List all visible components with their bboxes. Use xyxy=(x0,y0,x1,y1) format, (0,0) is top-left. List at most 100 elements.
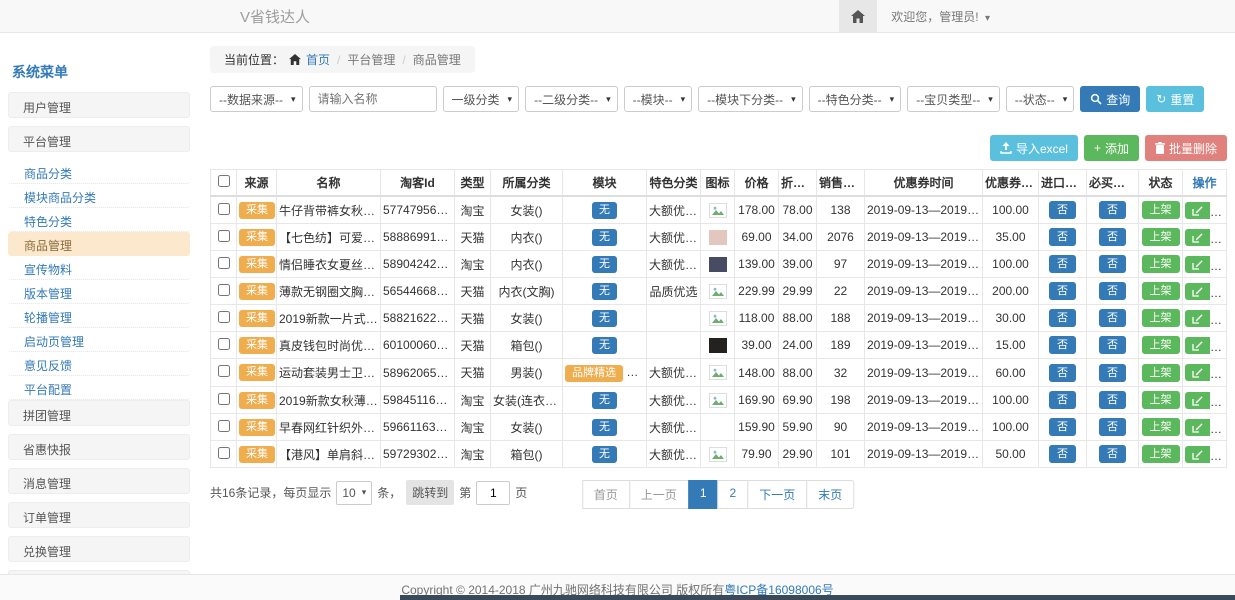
per-page-select[interactable]: 10 ▾ xyxy=(336,481,372,505)
pager-item[interactable]: 上一页 xyxy=(629,480,689,509)
sidebar-item[interactable]: 宣传物料 xyxy=(8,256,190,280)
filter-select[interactable]: --模块-- ▾ xyxy=(624,86,693,112)
jump-prefix: 第 xyxy=(459,484,471,501)
edit-button[interactable] xyxy=(1185,446,1210,463)
sidebar-item[interactable]: 模块商品分类 xyxy=(8,184,190,208)
source-badge: 采集 xyxy=(239,419,275,436)
sidebar-item[interactable]: 意见反馈 xyxy=(8,352,190,376)
import-select-toggle[interactable]: 否 xyxy=(1049,445,1076,463)
sidebar-item-label: 消息管理 xyxy=(23,477,71,491)
sidebar-item[interactable]: 消息管理 xyxy=(8,468,190,494)
row-checkbox[interactable] xyxy=(218,420,230,432)
status-toggle[interactable]: 上架 xyxy=(1142,282,1180,300)
pager-item[interactable]: 末页 xyxy=(806,480,854,509)
filter-select[interactable]: --特色分类-- ▾ xyxy=(809,86,902,112)
pager-item[interactable]: 下一页 xyxy=(747,480,807,509)
must-buy-toggle[interactable]: 否 xyxy=(1099,336,1126,354)
must-buy-toggle[interactable]: 否 xyxy=(1099,418,1126,436)
reset-button[interactable]: ↻ 重置 xyxy=(1146,86,1204,112)
status-toggle[interactable]: 上架 xyxy=(1142,336,1180,354)
sidebar-item[interactable]: 拼团管理 xyxy=(8,400,190,426)
import-select-toggle[interactable]: 否 xyxy=(1049,418,1076,436)
row-checkbox[interactable] xyxy=(218,284,230,296)
jump-page-input[interactable] xyxy=(476,481,510,505)
sidebar-item[interactable]: 兑换管理 xyxy=(8,536,190,562)
pager-item[interactable]: 2 xyxy=(718,480,749,509)
pager-item[interactable]: 1 xyxy=(688,480,719,509)
must-buy-toggle[interactable]: 否 xyxy=(1099,228,1126,246)
must-buy-toggle[interactable]: 否 xyxy=(1099,391,1126,409)
user-menu[interactable]: 欢迎您，管理员! ▾ xyxy=(891,8,990,25)
sidebar-item[interactable]: 轮播管理 xyxy=(8,304,190,328)
filter-select[interactable]: --状态-- ▾ xyxy=(1006,86,1075,112)
status-toggle[interactable]: 上架 xyxy=(1142,445,1180,463)
row-checkbox[interactable] xyxy=(218,393,230,405)
add-button[interactable]: + 添加 xyxy=(1084,135,1139,161)
must-buy-toggle[interactable]: 否 xyxy=(1099,201,1126,219)
row-checkbox[interactable] xyxy=(218,447,230,459)
row-checkbox[interactable] xyxy=(218,203,230,215)
status-toggle[interactable]: 上架 xyxy=(1142,201,1180,219)
sidebar-item[interactable]: 省惠快报 xyxy=(8,434,190,460)
status-toggle[interactable]: 上架 xyxy=(1142,228,1180,246)
filter-select[interactable]: --模块下分类-- ▾ xyxy=(698,86,803,112)
status-toggle[interactable]: 上架 xyxy=(1142,255,1180,273)
edit-button[interactable] xyxy=(1185,283,1210,300)
sidebar-item[interactable]: 特色分类 xyxy=(8,208,190,232)
must-buy-toggle[interactable]: 否 xyxy=(1099,255,1126,273)
batch-delete-button[interactable]: 批量删除 xyxy=(1145,135,1227,161)
edit-button[interactable] xyxy=(1185,337,1210,354)
import-excel-button[interactable]: 导入excel xyxy=(990,135,1078,161)
filter-select[interactable]: --宝贝类型-- ▾ xyxy=(907,86,1000,112)
status-toggle[interactable]: 上架 xyxy=(1142,309,1180,327)
filter-select-label: --宝贝类型-- xyxy=(916,91,980,108)
home-button[interactable] xyxy=(839,0,877,32)
jump-button[interactable]: 跳转到 xyxy=(406,480,454,505)
sidebar-item[interactable]: 用户管理 xyxy=(8,92,190,118)
edit-button[interactable] xyxy=(1185,229,1210,246)
row-checkbox[interactable] xyxy=(218,257,230,269)
import-select-toggle[interactable]: 否 xyxy=(1049,391,1076,409)
filter-select[interactable]: --二级分类-- ▾ xyxy=(525,86,618,112)
sidebar-item[interactable]: 订单管理 xyxy=(8,502,190,528)
import-select-toggle[interactable]: 否 xyxy=(1049,364,1076,382)
status-toggle[interactable]: 上架 xyxy=(1142,391,1180,409)
sidebar-item[interactable]: 版本管理 xyxy=(8,280,190,304)
filter-select[interactable]: 一级分类 ▾ xyxy=(443,86,520,112)
taoke-id: 598451162391 xyxy=(381,387,455,414)
sidebar-item[interactable]: 商品分类 xyxy=(8,160,190,184)
import-select-toggle[interactable]: 否 xyxy=(1049,282,1076,300)
import-select-toggle[interactable]: 否 xyxy=(1049,255,1076,273)
edit-button[interactable] xyxy=(1185,392,1210,409)
edit-button[interactable] xyxy=(1185,364,1210,381)
must-buy-toggle[interactable]: 否 xyxy=(1099,445,1126,463)
sidebar-item[interactable]: 商品管理 xyxy=(8,232,190,256)
row-checkbox[interactable] xyxy=(218,230,230,242)
status-toggle[interactable]: 上架 xyxy=(1142,418,1180,436)
must-buy-toggle[interactable]: 否 xyxy=(1099,309,1126,327)
import-select-toggle[interactable]: 否 xyxy=(1049,201,1076,219)
must-buy-toggle[interactable]: 否 xyxy=(1099,282,1126,300)
edit-button[interactable] xyxy=(1185,256,1210,273)
sidebar-item[interactable]: 平台配置 xyxy=(8,376,190,400)
must-buy-toggle[interactable]: 否 xyxy=(1099,364,1126,382)
sidebar-item[interactable]: 平台管理 xyxy=(8,126,190,152)
edit-button[interactable] xyxy=(1185,310,1210,327)
import-select-toggle[interactable]: 否 xyxy=(1049,309,1076,327)
status-toggle[interactable]: 上架 xyxy=(1142,364,1180,382)
row-checkbox[interactable] xyxy=(218,311,230,323)
row-checkbox[interactable] xyxy=(218,365,230,377)
edit-button[interactable] xyxy=(1185,419,1210,436)
select-all-checkbox[interactable] xyxy=(218,175,230,187)
search-button[interactable]: 查询 xyxy=(1080,86,1140,112)
sidebar-item[interactable]: 启动页管理 xyxy=(8,328,190,352)
edit-button[interactable] xyxy=(1185,202,1210,219)
name-search-input[interactable] xyxy=(309,86,437,112)
filter-select-source[interactable]: --数据来源-- ▾ xyxy=(210,86,303,112)
sales-count: 90 xyxy=(817,414,865,441)
row-checkbox[interactable] xyxy=(218,338,230,350)
pager-item[interactable]: 首页 xyxy=(582,480,630,509)
breadcrumb-home-link[interactable]: 首页 xyxy=(306,51,330,68)
import-select-toggle[interactable]: 否 xyxy=(1049,336,1076,354)
import-select-toggle[interactable]: 否 xyxy=(1049,228,1076,246)
